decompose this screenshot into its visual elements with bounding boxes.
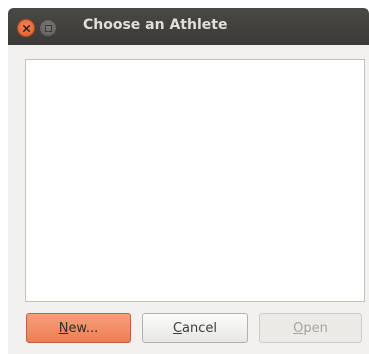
open-button-label: pen [303, 320, 328, 336]
open-button-mnemonic: O [293, 320, 304, 336]
cancel-button-mnemonic: C [172, 320, 183, 336]
open-button[interactable]: Open [259, 313, 362, 343]
window-title: Choose an Athlete [83, 17, 228, 33]
new-button-mnemonic: N [58, 320, 69, 336]
maximize-glyph [44, 24, 52, 32]
title-bar[interactable]: Choose an Athlete [8, 8, 369, 45]
cancel-button[interactable]: Cancel [142, 313, 248, 343]
maximize-icon[interactable] [39, 19, 57, 37]
athlete-dialog: Choose an Athlete New... Cancel Open [8, 8, 369, 354]
athlete-list[interactable] [25, 59, 365, 302]
close-icon[interactable] [17, 19, 35, 37]
new-button[interactable]: New... [26, 313, 131, 343]
new-button-label: ew... [68, 320, 99, 336]
cancel-button-label: ancel [182, 320, 218, 336]
